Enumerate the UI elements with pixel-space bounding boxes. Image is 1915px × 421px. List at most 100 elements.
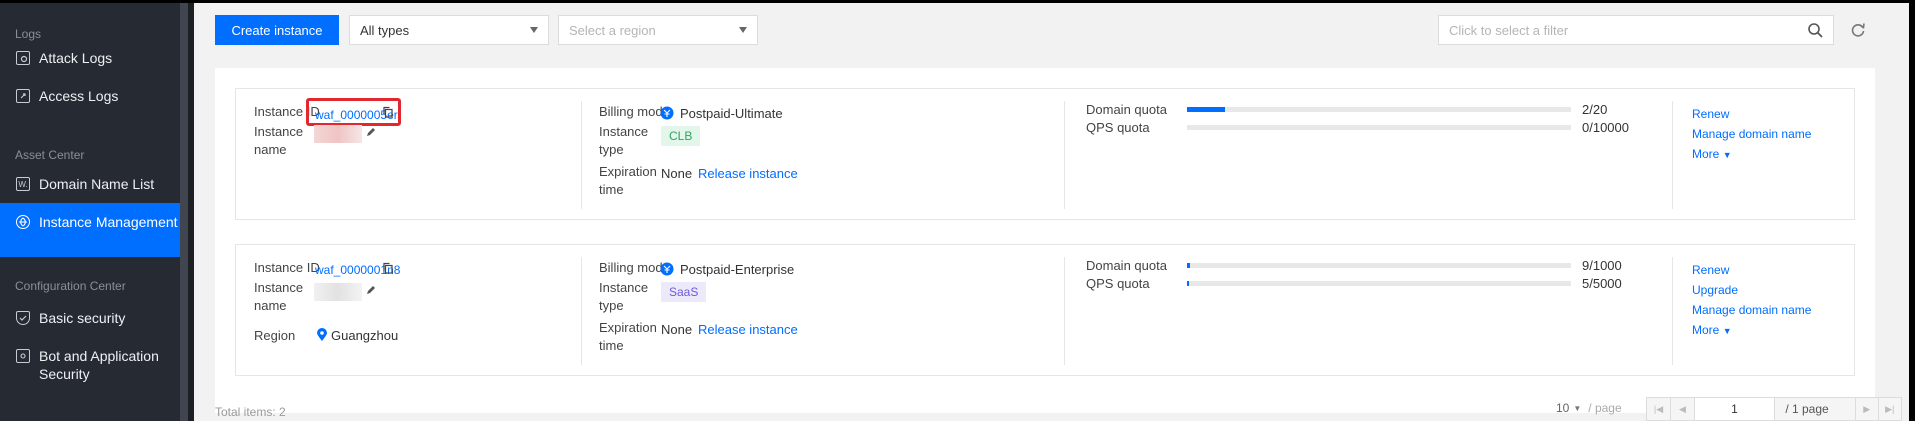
- qps-quota-bar: [1187, 281, 1571, 286]
- per-page-label: / page: [1588, 401, 1622, 415]
- region-label: Region: [254, 328, 296, 343]
- main-content: Create instance All types Select a regio…: [194, 3, 1915, 421]
- caret-down-icon: ▼: [1573, 403, 1582, 413]
- sidebar-item-domain-name-list[interactable]: W. Domain Name List: [0, 175, 180, 205]
- qps-quota-bar: [1187, 125, 1571, 130]
- refresh-icon[interactable]: [1848, 20, 1868, 40]
- page-size-value: 10: [1556, 401, 1570, 415]
- sidebar-item-label: Access Logs: [39, 88, 119, 104]
- column-divider: [581, 101, 582, 209]
- instance-name-label: Instance name: [254, 124, 304, 157]
- sidebar-item-label: Domain Name List: [39, 176, 155, 192]
- billing-mode-value: Postpaid-Ultimate: [680, 106, 783, 121]
- instance-type-select[interactable]: All types: [349, 15, 549, 45]
- instance-name-label: Instance name: [254, 280, 304, 313]
- domain-quota-label: Domain quota: [1086, 258, 1167, 273]
- sidebar-item-attack-logs[interactable]: Attack Logs: [0, 49, 180, 79]
- instance-type-label: Instance type: [599, 280, 649, 313]
- access-log-icon: [16, 89, 30, 103]
- region-value: Guangzhou: [331, 328, 399, 343]
- caret-down-icon: ▼: [1722, 326, 1732, 336]
- chevron-down-icon: [739, 27, 747, 33]
- expiration-time-label: Expiration time: [599, 164, 657, 197]
- last-page-icon[interactable]: ▶|: [1879, 398, 1901, 420]
- shield-icon: [16, 311, 30, 325]
- first-page-icon[interactable]: |◀: [1647, 398, 1671, 420]
- domain-quota-bar-fill: [1187, 107, 1226, 112]
- chevron-down-icon: [530, 27, 538, 33]
- domain-quota-bar: [1187, 263, 1571, 268]
- instance-id-label: Instance ID: [254, 260, 320, 275]
- prev-page-icon[interactable]: ◀: [1671, 398, 1695, 420]
- sidebar-item-label: Attack Logs: [39, 50, 113, 66]
- sidebar-section-asset-center: Asset Center: [15, 148, 85, 162]
- sidebar-item-bot-and-application-security[interactable]: Bot and Application Security: [0, 347, 180, 407]
- upgrade-link[interactable]: Upgrade: [1692, 281, 1738, 299]
- region-select[interactable]: Select a region: [558, 15, 758, 45]
- release-instance-link[interactable]: Release instance: [698, 165, 798, 183]
- manage-domain-name-link[interactable]: Manage domain name: [1692, 301, 1811, 319]
- qps-quota-value: 5/5000: [1582, 276, 1622, 291]
- sidebar-item-instance-management[interactable]: Instance Management: [0, 203, 180, 257]
- release-instance-link[interactable]: Release instance: [698, 321, 798, 339]
- renew-link[interactable]: Renew: [1692, 261, 1729, 279]
- bot-icon: [16, 349, 30, 363]
- sidebar-item-label: Instance Management: [39, 214, 178, 230]
- create-instance-button[interactable]: Create instance: [215, 15, 339, 45]
- qps-quota-label: QPS quota: [1086, 120, 1150, 135]
- pagination-next-group: ▶ ▶|: [1856, 397, 1902, 421]
- right-border: [1909, 3, 1915, 421]
- instance-list-panel: Instance ID waf_0000005er Instance name …: [215, 68, 1875, 413]
- domain-list-icon: W.: [16, 177, 30, 191]
- next-page-icon[interactable]: ▶: [1856, 398, 1879, 420]
- domain-quota-bar: [1187, 107, 1571, 112]
- location-pin-icon: [317, 328, 327, 341]
- instance-type-label: Instance type: [599, 124, 649, 157]
- column-divider: [1064, 257, 1065, 365]
- expiration-time-value: None: [661, 322, 693, 337]
- page-size-select[interactable]: 10 ▼ / page: [1556, 401, 1622, 415]
- edit-icon[interactable]: [366, 285, 376, 295]
- instance-name-redacted: [314, 125, 362, 143]
- region-select-placeholder: Select a region: [569, 22, 656, 38]
- filter-search-input[interactable]: Click to select a filter: [1438, 15, 1834, 45]
- instance-type-tag: SaaS: [661, 282, 707, 302]
- instance-type-tag: CLB: [661, 126, 701, 146]
- filter-search-placeholder: Click to select a filter: [1449, 22, 1569, 38]
- total-items: Total items: 2: [215, 405, 286, 419]
- instance-icon: [16, 215, 30, 229]
- page-number-input[interactable]: 1: [1695, 398, 1775, 420]
- caret-down-icon: ▼: [1722, 150, 1732, 160]
- instance-card: Instance ID waf_0000005er Instance name …: [235, 88, 1855, 220]
- domain-quota-bar-fill: [1187, 263, 1191, 268]
- instance-type-select-value: All types: [360, 22, 410, 38]
- manage-domain-name-link[interactable]: Manage domain name: [1692, 125, 1811, 143]
- expiration-time-value: None: [661, 166, 693, 181]
- more-dropdown[interactable]: More ▼: [1692, 145, 1732, 164]
- search-icon[interactable]: [1807, 22, 1823, 38]
- qps-quota-value: 0/10000: [1582, 120, 1629, 135]
- sidebar-item-access-logs[interactable]: Access Logs: [0, 87, 180, 117]
- sidebar-item-label: Bot and Application Security: [39, 348, 159, 382]
- column-divider: [1672, 101, 1673, 209]
- billing-icon: [660, 262, 674, 276]
- sidebar-item-basic-security[interactable]: Basic security: [0, 309, 180, 339]
- highlight-box: [306, 98, 401, 126]
- domain-quota-value: 2/20: [1582, 102, 1608, 117]
- sidebar-section-configuration-center: Configuration Center: [15, 279, 126, 293]
- more-label: More: [1692, 323, 1720, 337]
- renew-link[interactable]: Renew: [1692, 105, 1729, 123]
- expiration-time-label: Expiration time: [599, 320, 657, 353]
- copy-icon[interactable]: [382, 262, 394, 274]
- instance-card: Instance ID waf_0000001n8 Instance name …: [235, 244, 1855, 376]
- more-dropdown[interactable]: More ▼: [1692, 321, 1732, 340]
- more-label: More: [1692, 147, 1720, 161]
- sidebar-item-label: Basic security: [39, 310, 126, 326]
- sidebar-scrollbar[interactable]: [180, 3, 188, 421]
- page-total: / 1 page: [1785, 402, 1829, 416]
- column-divider: [1672, 257, 1673, 365]
- sidebar: Logs Attack Logs Access Logs Asset Cente…: [0, 3, 180, 421]
- column-divider: [1064, 101, 1065, 209]
- domain-quota-label: Domain quota: [1086, 102, 1167, 117]
- edit-icon[interactable]: [366, 127, 376, 137]
